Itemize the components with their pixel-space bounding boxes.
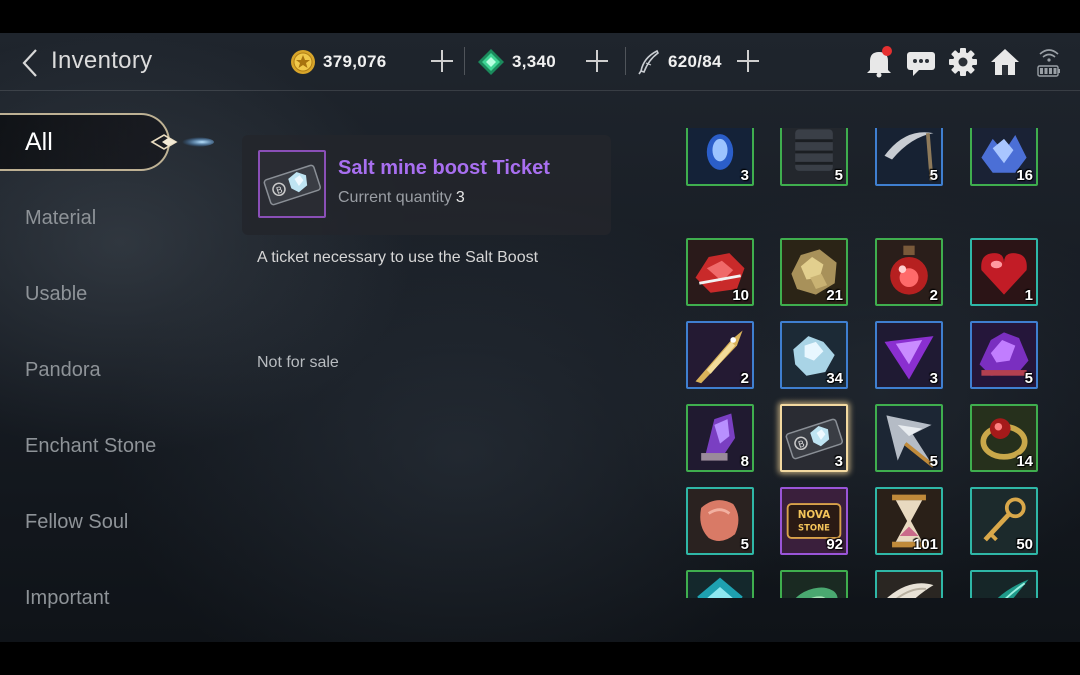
inventory-slot[interactable]: 2 [875, 238, 943, 306]
inventory-slot[interactable]: 101 [875, 487, 943, 555]
inventory-slot[interactable]: 3 [686, 128, 754, 186]
gold-amount: 379,076 [323, 52, 387, 71]
item-count: 16 [1016, 167, 1033, 184]
top-bar: Inventory 379,076 3,340 620/84 [0, 33, 1080, 91]
gear-icon [949, 48, 977, 76]
item-count: 2 [929, 287, 938, 304]
inventory-slot[interactable]: 50 [970, 487, 1038, 555]
inventory-slot[interactable]: 5 [970, 321, 1038, 389]
inventory-slot-selected[interactable]: B 3 [780, 404, 848, 472]
teal-feather-icon [972, 572, 1036, 598]
item-count: 2 [740, 370, 749, 387]
nav-item-enchant-stone[interactable]: Enchant Stone [0, 417, 200, 475]
notification-badge [882, 46, 892, 56]
stamina-currency: 620/84 [637, 47, 722, 77]
item-count: 14 [1016, 453, 1033, 470]
item-count: 101 [912, 536, 938, 553]
item-description: A ticket necessary to use the Salt Boost [257, 249, 539, 266]
item-sale-status: Not for sale [257, 354, 339, 371]
item-detail-quantity: Current quantity 3 [338, 189, 465, 207]
divider [625, 47, 626, 75]
green-herb-icon [782, 572, 846, 598]
nav-item-all[interactable]: All [0, 113, 200, 171]
divider [464, 47, 465, 75]
inventory-slot[interactable]: 16 [970, 128, 1038, 186]
inventory-slot[interactable]: NOVA STONE 92 [780, 487, 848, 555]
inventory-slot[interactable]: 5 [686, 487, 754, 555]
inventory-screen: Inventory 379,076 3,340 620/84 All Mater… [0, 33, 1080, 642]
item-count: 5 [740, 536, 749, 553]
chevron-left-icon [22, 49, 37, 77]
item-count: 5 [834, 167, 843, 184]
chat-icon [907, 52, 935, 76]
inventory-slot[interactable]: 10 [686, 238, 754, 306]
white-fang-icon [877, 572, 941, 598]
item-count: 5 [1024, 370, 1033, 387]
inventory-slot[interactable]: 14 [970, 570, 1038, 598]
item-count: 3 [929, 370, 938, 387]
gold-currency: 379,076 [290, 47, 387, 77]
add-stamina-button[interactable] [736, 49, 760, 73]
gem-amount: 3,340 [512, 52, 557, 71]
inventory-slot[interactable]: 34 [780, 321, 848, 389]
settings-button[interactable] [947, 46, 979, 78]
nav-item-important[interactable]: Important [0, 569, 200, 627]
inventory-slot[interactable]: 24 [780, 570, 848, 598]
nav-item-fellow-soul[interactable]: Fellow Soul [0, 493, 200, 551]
item-count: 5 [929, 453, 938, 470]
inventory-slot[interactable]: 8 [686, 404, 754, 472]
inventory-slot[interactable]: 5 [780, 128, 848, 186]
quantity-label: Current quantity [338, 189, 452, 206]
gold-coin-icon [291, 50, 315, 74]
inventory-grid[interactable]: 3 5 5 16 10 21 2 1 2 34 3 5 8 B 3 5 14 5… [676, 128, 1056, 598]
item-count: 8 [740, 453, 749, 470]
gem-currency: 3,340 [477, 47, 556, 77]
chat-button[interactable] [905, 46, 937, 78]
inventory-slot[interactable]: 21 [780, 238, 848, 306]
add-gems-button[interactable] [585, 49, 609, 73]
inventory-slot[interactable]: 14 [970, 404, 1038, 472]
item-count: 50 [1016, 536, 1033, 553]
item-detail-name: Salt mine boost Ticket [338, 157, 550, 179]
salt-boost-ticket-icon: B [260, 152, 324, 216]
stamina-amount: 620/84 [668, 52, 722, 71]
item-count: 3 [834, 453, 843, 470]
item-detail-card: B Salt mine boost Ticket Current quantit… [242, 135, 611, 235]
wifi-battery-icon [1037, 49, 1060, 77]
page-title: Inventory [51, 47, 153, 74]
item-count: 34 [826, 370, 843, 387]
home-button[interactable] [989, 46, 1021, 78]
nova-ticket-line1: NOVA [798, 509, 830, 521]
nav-item-usable[interactable]: Usable [0, 265, 200, 323]
nova-ticket-line2: STONE [798, 522, 830, 532]
item-count: 21 [826, 287, 843, 304]
green-gem-icon [478, 49, 504, 75]
inventory-slot[interactable]: 5 [875, 128, 943, 186]
inventory-slot[interactable]: 2 [686, 321, 754, 389]
nav-item-pandora[interactable]: Pandora [0, 341, 200, 399]
connection-status [1036, 46, 1062, 78]
inventory-slot[interactable]: 37 [686, 570, 754, 598]
inventory-slot[interactable]: 1 [970, 238, 1038, 306]
quantity-value: 3 [455, 189, 465, 206]
inventory-slot[interactable]: 5 [875, 404, 943, 472]
quill-icon [638, 49, 660, 75]
nav-item-material[interactable]: Material [0, 189, 200, 247]
item-count: 10 [732, 287, 749, 304]
item-count: 5 [929, 167, 938, 184]
item-count: 3 [740, 167, 749, 184]
letterbox-top [0, 0, 1080, 33]
inventory-slot[interactable]: 3 [875, 321, 943, 389]
back-button[interactable] [18, 47, 44, 79]
item-count: 1 [1024, 287, 1033, 304]
inventory-slot[interactable]: 66 [875, 570, 943, 598]
add-gold-button[interactable] [430, 49, 454, 73]
item-count: 92 [826, 536, 843, 553]
teal-gem-icon [688, 572, 752, 598]
letterbox-bottom [0, 642, 1080, 675]
notification-button[interactable] [864, 46, 896, 78]
home-icon [991, 49, 1019, 75]
item-detail-thumbnail: B [258, 150, 326, 218]
